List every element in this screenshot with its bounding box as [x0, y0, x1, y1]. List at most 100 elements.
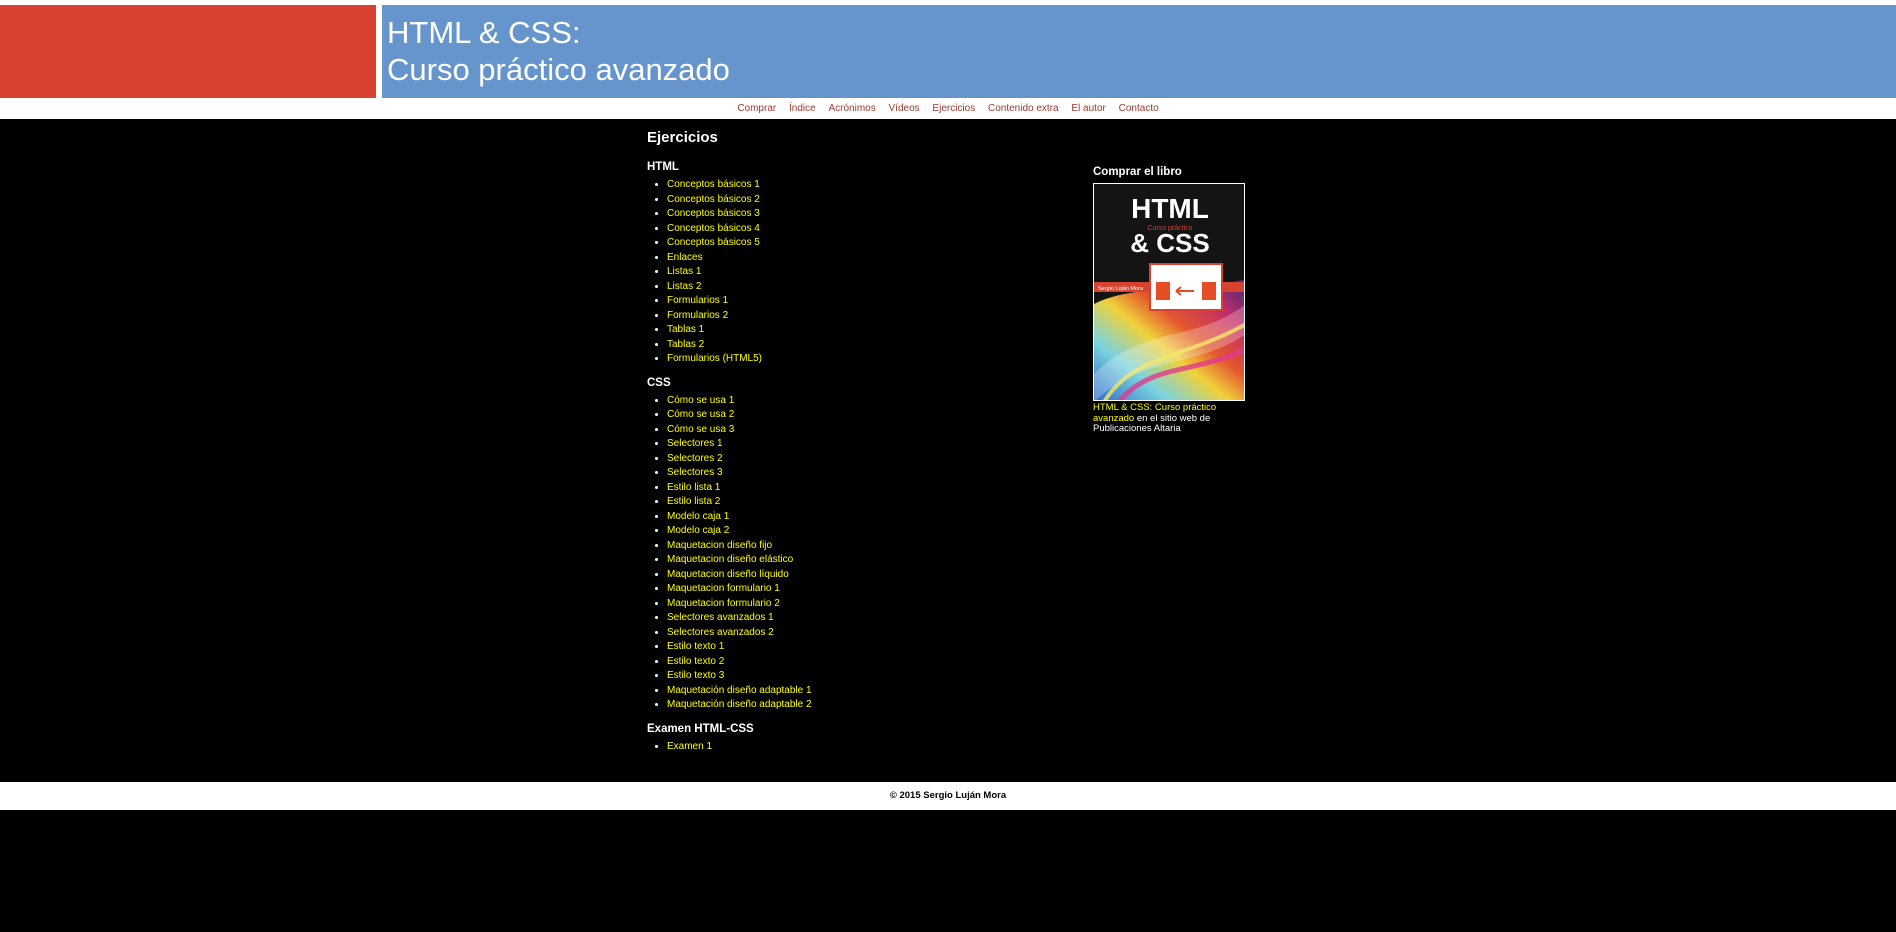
sidebar-title: Comprar el libro [1093, 166, 1182, 178]
nav-indice[interactable]: Índice [789, 103, 816, 114]
book-cover-image[interactable]: HTML Curso práctico & CSS Sergio Luján M… [1093, 183, 1245, 401]
exercise-link[interactable]: Conceptos básicos 2 [667, 194, 760, 205]
list-item: Conceptos básicos 3 [667, 207, 1067, 222]
list-item: Examen 1 [667, 740, 1067, 755]
exercise-link[interactable]: Estilo texto 1 [667, 641, 724, 652]
list-item: Maquetacion formulario 1 [667, 582, 1067, 597]
exercise-link[interactable]: Selectores avanzados 2 [667, 627, 774, 638]
nav-comprar[interactable]: Comprar [737, 103, 776, 114]
site-title-line2: Curso práctico avanzado [387, 52, 730, 87]
site-title: HTML & CSS: Curso práctico avanzado [387, 14, 730, 88]
list-item: Selectores 2 [667, 452, 1067, 467]
list-item: Estilo lista 1 [667, 481, 1067, 496]
nav-contenido-extra[interactable]: Contenido extra [988, 103, 1059, 114]
list-item: Conceptos básicos 5 [667, 236, 1067, 251]
main-area: Ejercicios HTML Conceptos básicos 1Conce… [0, 119, 1896, 782]
exercise-link[interactable]: Conceptos básicos 3 [667, 208, 760, 219]
exercise-link[interactable]: Listas 1 [667, 266, 701, 277]
exercise-link[interactable]: Formularios 2 [667, 310, 728, 321]
exercise-link[interactable]: Conceptos básicos 1 [667, 179, 760, 190]
exercise-link[interactable]: Tablas 1 [667, 324, 704, 335]
exercise-link[interactable]: Selectores 2 [667, 453, 723, 464]
exercise-link[interactable]: Maquetacion diseño elástico [667, 554, 793, 565]
site-header: HTML & CSS: Curso práctico avanzado [0, 0, 1896, 103]
list-item: Maquetación diseño adaptable 2 [667, 698, 1067, 713]
list-item: Conceptos básicos 2 [667, 193, 1067, 208]
exercise-link[interactable]: Maquetación diseño adaptable 2 [667, 699, 812, 710]
list-item: Tablas 1 [667, 323, 1067, 338]
exercise-link[interactable]: Maquetacion diseño fijo [667, 540, 772, 551]
exercise-link[interactable]: Selectores 3 [667, 467, 723, 478]
exercise-link[interactable]: Enlaces [667, 252, 703, 263]
exercise-link[interactable]: Listas 2 [667, 281, 701, 292]
list-item: Estilo lista 2 [667, 495, 1067, 510]
exercise-link[interactable]: Maquetacion formulario 1 [667, 583, 780, 594]
exercise-link[interactable]: Estilo texto 2 [667, 656, 724, 667]
list-item: Listas 2 [667, 280, 1067, 295]
footer: © 2015 Sergio Luján Mora [0, 782, 1896, 810]
list-item: Maquetacion formulario 2 [667, 597, 1067, 612]
list-item: Maquetación diseño adaptable 1 [667, 684, 1067, 699]
list-item: Estilo texto 3 [667, 669, 1067, 684]
section-title-css: CSS [647, 376, 671, 389]
list-item: Selectores avanzados 1 [667, 611, 1067, 626]
exercise-link[interactable]: Estilo texto 3 [667, 670, 724, 681]
book-cover-art: HTML Curso práctico & CSS Sergio Luján M… [1094, 184, 1244, 400]
list-item: Maquetacion diseño líquido [667, 568, 1067, 583]
exercise-link[interactable]: Formularios (HTML5) [667, 353, 762, 364]
exercise-link[interactable]: Modelo caja 1 [667, 511, 729, 522]
exercise-link[interactable]: Conceptos básicos 4 [667, 223, 760, 234]
exercise-link[interactable]: Estilo lista 1 [667, 482, 720, 493]
exercise-link[interactable]: Maquetación diseño adaptable 1 [667, 685, 812, 696]
exercise-link[interactable]: Cómo se usa 3 [667, 424, 734, 435]
section-title-examen: Examen HTML-CSS [647, 722, 754, 735]
list-item: Modelo caja 1 [667, 510, 1067, 525]
list-item: Estilo texto 2 [667, 655, 1067, 670]
list-item: Modelo caja 2 [667, 524, 1067, 539]
list-item: Conceptos básicos 1 [667, 178, 1067, 193]
exercise-link[interactable]: Selectores avanzados 1 [667, 612, 774, 623]
book-cover-title-1: HTML [1131, 193, 1209, 224]
exercise-list-examen: Examen 1 [667, 740, 1067, 755]
list-item: Estilo texto 1 [667, 640, 1067, 655]
exercise-link[interactable]: Maquetacion diseño líquido [667, 569, 789, 580]
exercise-link[interactable]: Selectores 1 [667, 438, 723, 449]
nav-videos[interactable]: Vídeos [889, 103, 920, 114]
list-item: Listas 1 [667, 265, 1067, 280]
list-item: Selectores 3 [667, 466, 1067, 481]
section-title-html: HTML [647, 161, 679, 173]
list-item: Cómo se usa 2 [667, 408, 1067, 423]
book-caption: HTML & CSS: Curso práctico avanzado en e… [1093, 402, 1218, 435]
list-item: Conceptos básicos 4 [667, 222, 1067, 237]
sidebar: Comprar el libro HTML Curso práctico & C… [1093, 165, 1253, 435]
page-title: Ejercicios [647, 129, 718, 146]
list-item: Maquetacion diseño fijo [667, 539, 1067, 554]
book-cover-author: Sergio Luján Mora [1098, 286, 1144, 292]
exercise-link[interactable]: Cómo se usa 2 [667, 409, 734, 420]
exercise-link[interactable]: Conceptos básicos 5 [667, 237, 760, 248]
book-cover-title-2: & CSS [1130, 228, 1209, 258]
list-item: Cómo se usa 1 [667, 394, 1067, 409]
list-item: Formularios 1 [667, 294, 1067, 309]
exercise-link[interactable]: Modelo caja 2 [667, 525, 729, 536]
exercise-link[interactable]: Cómo se usa 1 [667, 395, 734, 406]
exercise-link[interactable]: Maquetacion formulario 2 [667, 598, 780, 609]
list-item: Selectores avanzados 2 [667, 626, 1067, 641]
site-title-line1: HTML & CSS: [387, 15, 581, 50]
exercise-link[interactable]: Examen 1 [667, 741, 712, 752]
nav-el-autor[interactable]: El autor [1071, 103, 1105, 114]
exercise-link[interactable]: Estilo lista 2 [667, 496, 720, 507]
nav-ejercicios[interactable]: Ejercicios [932, 103, 975, 114]
nav-acronimos[interactable]: Acrónimos [828, 103, 875, 114]
exercise-link[interactable]: Tablas 2 [667, 339, 704, 350]
list-item: Selectores 1 [667, 437, 1067, 452]
nav-contacto[interactable]: Contacto [1119, 103, 1159, 114]
exercise-list-html: Conceptos básicos 1 Conceptos básicos 2 Co… [667, 178, 1067, 367]
content-column: Ejercicios HTML Conceptos básicos 1Conce… [647, 129, 1067, 763]
exercise-link[interactable]: Formularios 1 [667, 295, 728, 306]
list-item: Formularios 2 [667, 309, 1067, 324]
list-item: Cómo se usa 3 [667, 423, 1067, 438]
main-nav: Comprar Índice Acrónimos Vídeos Ejercici… [0, 100, 1896, 119]
header-red-block [0, 5, 376, 98]
list-item: Enlaces [667, 251, 1067, 266]
